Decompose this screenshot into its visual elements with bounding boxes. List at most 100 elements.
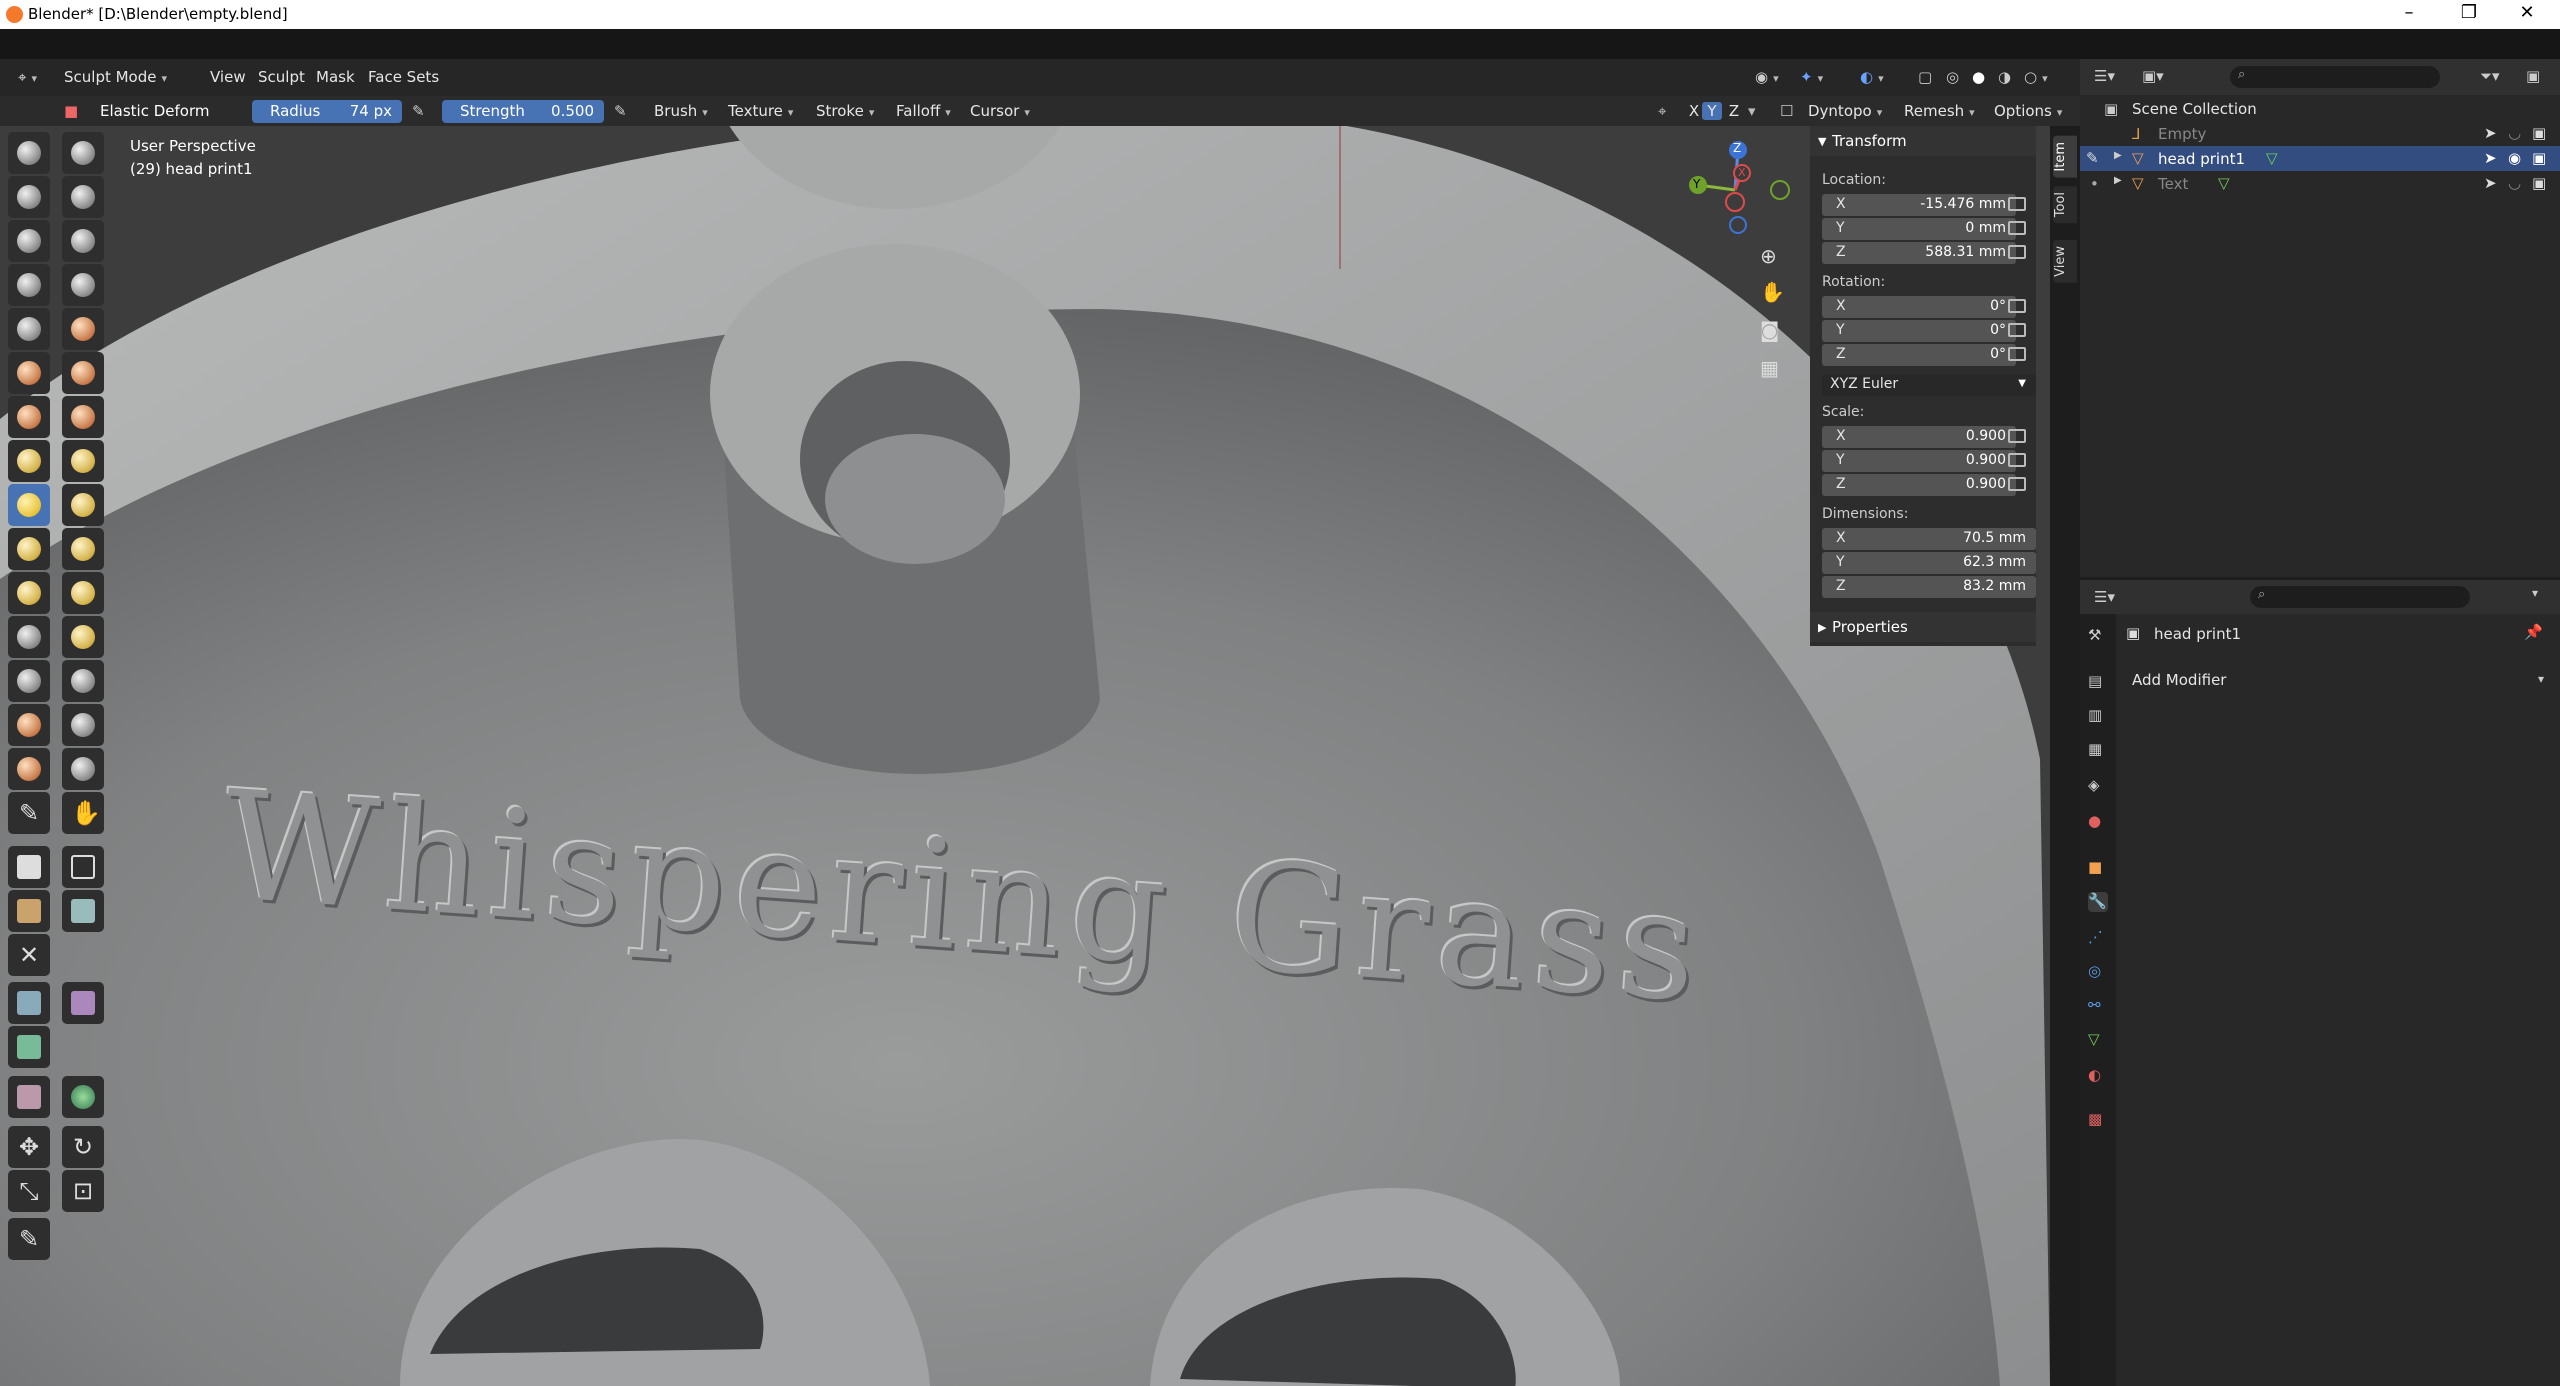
tool-mesh-filter[interactable] bbox=[8, 982, 50, 1024]
tool-draw-face-sets[interactable] bbox=[62, 704, 104, 746]
add-modifier-dropdown[interactable]: Add Modifier ▾ bbox=[2126, 668, 2550, 692]
rotation-mode-dropdown[interactable]: XYZ Euler ▼ bbox=[1822, 374, 2036, 396]
output-tab-icon[interactable]: ▥ bbox=[2088, 706, 2108, 726]
tool-multires-smear[interactable] bbox=[62, 748, 104, 790]
tool-cloth-filter[interactable] bbox=[62, 982, 104, 1024]
hidden-eye-icon[interactable]: ◡ bbox=[2508, 124, 2521, 142]
new-collection-icon[interactable]: ▣ bbox=[2526, 67, 2540, 85]
rotation-y-field[interactable]: Y 0° bbox=[1822, 320, 2016, 342]
visibility-eye-icon[interactable]: ◉ bbox=[2508, 149, 2521, 167]
tool-mask-by-color[interactable] bbox=[62, 1076, 104, 1118]
rotation-x-field[interactable]: X 0° bbox=[1822, 296, 2016, 318]
hidden-eye-icon[interactable]: ◡ bbox=[2508, 174, 2521, 192]
menu-face-sets[interactable]: Face Sets bbox=[368, 68, 439, 86]
outliner-row-empty[interactable]: ⅃ Empty ➤ ◡ ▣ bbox=[2080, 121, 2560, 146]
tool-grab[interactable] bbox=[62, 440, 104, 482]
modifier-wrench-icon[interactable]: 🔧 bbox=[2088, 892, 2108, 912]
expand-arrow-icon[interactable]: ▶ bbox=[2114, 175, 2122, 186]
world-tab-icon[interactable]: ● bbox=[2088, 812, 2108, 832]
menu-dyntopo[interactable]: Dyntopo ▾ bbox=[1808, 102, 1882, 120]
menu-brush[interactable]: Brush ▾ bbox=[654, 102, 708, 120]
lock-icon[interactable] bbox=[2008, 347, 2026, 361]
lock-icon[interactable] bbox=[2008, 429, 2026, 443]
tool-inflate[interactable] bbox=[8, 264, 50, 306]
camera-icon[interactable]: ◙ bbox=[1760, 318, 1779, 342]
render-tab-icon[interactable]: ▤ bbox=[2088, 672, 2108, 692]
outliner-row-text[interactable]: • ▶ ▽ Text ▽ ➤ ◡ ▣ bbox=[2080, 171, 2560, 196]
scene-tab-icon[interactable]: ◈ bbox=[2088, 776, 2108, 796]
tool-multires-displacement[interactable] bbox=[8, 748, 50, 790]
menu-texture[interactable]: Texture ▾ bbox=[728, 102, 793, 120]
tab-tool[interactable]: Tool bbox=[2053, 186, 2077, 224]
xray-icon[interactable]: ▢ bbox=[1918, 68, 1932, 86]
restore-icon[interactable]: ❐ bbox=[2454, 2, 2484, 23]
select-arrow-icon[interactable]: ➤ bbox=[2484, 149, 2497, 167]
minimize-icon[interactable]: – bbox=[2394, 2, 2424, 23]
tool-clay-strips[interactable] bbox=[62, 176, 104, 218]
tool-snake-hook[interactable] bbox=[62, 484, 104, 526]
overlay-toggle-icon[interactable]: ◐ ▾ bbox=[1860, 68, 1884, 86]
scale-y-field[interactable]: Y 0.900 bbox=[1822, 450, 2016, 472]
solid-shading-icon[interactable]: ● bbox=[1972, 68, 1985, 86]
tool-flatten[interactable] bbox=[8, 352, 50, 394]
display-mode-icon[interactable]: ▣▾ bbox=[2142, 67, 2164, 85]
scale-z-field[interactable]: Z 0.900 bbox=[1822, 474, 2016, 496]
tool-elastic-deform[interactable] bbox=[8, 484, 50, 526]
location-x-field[interactable]: X -15.476 mm bbox=[1822, 194, 2016, 216]
menu-remesh[interactable]: Remesh ▾ bbox=[1904, 102, 1975, 120]
material-tab-icon[interactable]: ◐ bbox=[2088, 1066, 2108, 1086]
editor-type-icon[interactable]: ☰▾ bbox=[2094, 67, 2115, 85]
pan-hand-icon[interactable]: ✋ bbox=[1760, 280, 1785, 304]
symmetry-dropdown-icon[interactable]: ▾ bbox=[1748, 102, 1756, 120]
strength-pressure-icon[interactable]: ✎ bbox=[614, 102, 627, 120]
lock-icon[interactable] bbox=[2008, 245, 2026, 259]
properties-search-input[interactable]: ⌕ bbox=[2250, 586, 2470, 608]
tool-smooth[interactable] bbox=[62, 308, 104, 350]
tool-draw-sharp[interactable] bbox=[62, 132, 104, 174]
tool-mask[interactable] bbox=[8, 704, 50, 746]
particles-tab-icon[interactable]: ⋰ bbox=[2088, 928, 2108, 948]
menu-stroke[interactable]: Stroke ▾ bbox=[816, 102, 874, 120]
mode-selector[interactable]: Sculpt Mode ▾ bbox=[64, 68, 167, 86]
tool-box-mask[interactable] bbox=[8, 846, 50, 888]
lock-icon[interactable] bbox=[2008, 323, 2026, 337]
tool-boundary[interactable] bbox=[62, 616, 104, 658]
scale-x-field[interactable]: X 0.900 bbox=[1822, 426, 2016, 448]
lock-icon[interactable] bbox=[2008, 221, 2026, 235]
lock-icon[interactable] bbox=[2008, 453, 2026, 467]
location-z-field[interactable]: Z 588.31 mm bbox=[1822, 242, 2016, 264]
tool-scale[interactable]: ⤡ bbox=[8, 1170, 50, 1212]
render-camera-icon[interactable]: ▣ bbox=[2532, 174, 2546, 192]
properties-panel-header[interactable]: ▶ Properties bbox=[1810, 612, 2036, 642]
tool-clay[interactable] bbox=[8, 176, 50, 218]
render-camera-icon[interactable]: ▣ bbox=[2532, 124, 2546, 142]
wireframe-shading-icon[interactable]: ◎ bbox=[1946, 68, 1959, 86]
tab-item[interactable]: Item bbox=[2053, 136, 2077, 178]
tool-smear[interactable]: ✋ bbox=[62, 792, 104, 834]
pin-icon[interactable]: 📌 bbox=[2524, 623, 2543, 641]
tool-crease[interactable] bbox=[8, 308, 50, 350]
menu-falloff[interactable]: Falloff ▾ bbox=[896, 102, 951, 120]
physics-tab-icon[interactable]: ◎ bbox=[2088, 962, 2108, 982]
object-tab-icon[interactable]: ■ bbox=[2088, 858, 2108, 878]
tool-edit-face-set[interactable] bbox=[8, 1076, 50, 1118]
tool-box-hide[interactable] bbox=[62, 846, 104, 888]
symmetry-y-toggle[interactable]: Y bbox=[1702, 102, 1722, 120]
tool-blob[interactable] bbox=[62, 264, 104, 306]
dyntopo-checkbox[interactable]: ☐ bbox=[1780, 102, 1793, 120]
tool-box-face-set[interactable] bbox=[8, 890, 50, 932]
tool-line-project[interactable]: ✕ bbox=[8, 934, 50, 976]
dimensions-x-field[interactable]: X 70.5 mm bbox=[1822, 528, 2036, 550]
tool-tab-icon[interactable]: ⚒ bbox=[2088, 626, 2108, 646]
texture-tab-icon[interactable]: ▩ bbox=[2088, 1110, 2108, 1130]
rotation-z-field[interactable]: Z 0° bbox=[1822, 344, 2016, 366]
tool-nudge[interactable] bbox=[8, 572, 50, 614]
tool-color-filter[interactable] bbox=[8, 1026, 50, 1068]
menu-cursor[interactable]: Cursor ▾ bbox=[970, 102, 1030, 120]
filter-icon[interactable]: ⏷▾ bbox=[2480, 67, 2500, 85]
tool-paint[interactable]: ✎ bbox=[8, 792, 50, 834]
tool-clay-thumb[interactable] bbox=[8, 220, 50, 262]
material-shading-icon[interactable]: ◑ bbox=[1998, 68, 2011, 86]
menu-sculpt[interactable]: Sculpt bbox=[258, 68, 305, 86]
outliner-row-scene-collection[interactable]: ▣ Scene Collection bbox=[2080, 96, 2560, 121]
